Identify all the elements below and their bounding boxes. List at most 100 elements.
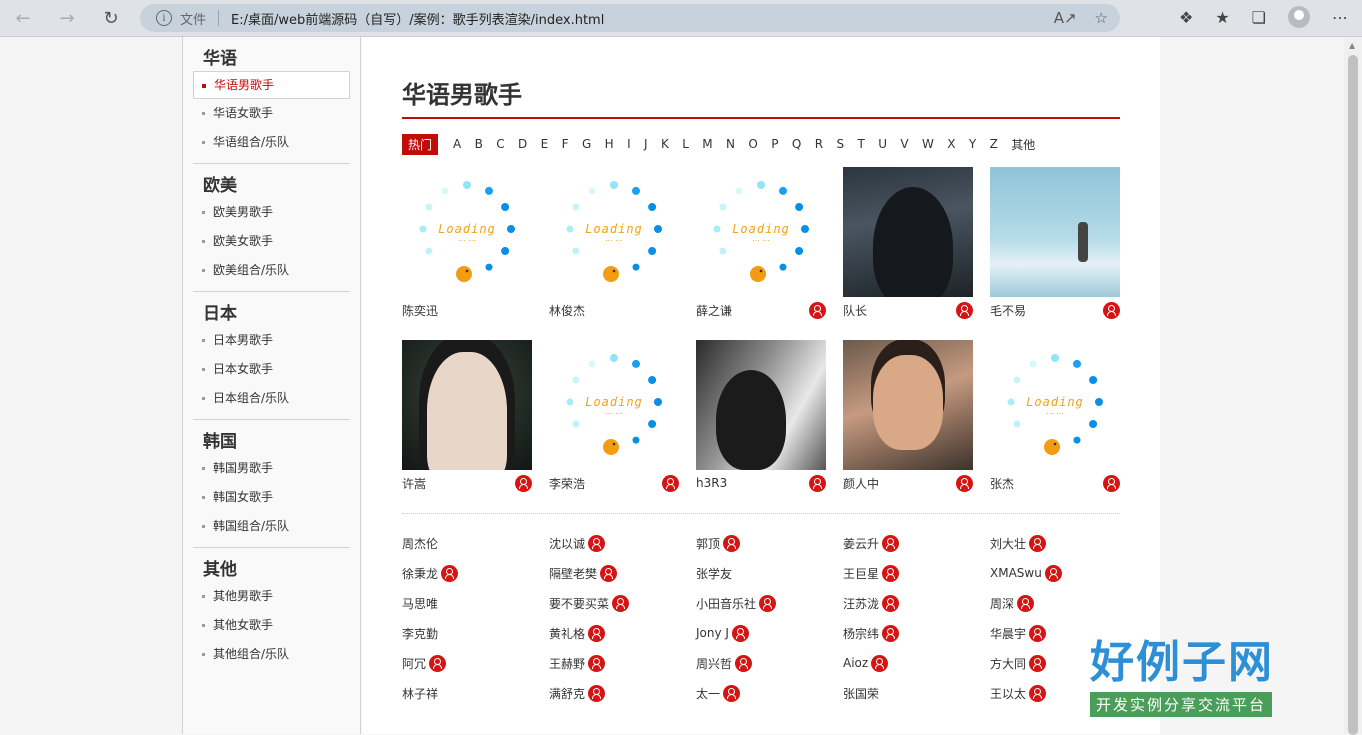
user-home-icon[interactable]: [1029, 684, 1047, 702]
singer-name[interactable]: 满舒克: [549, 685, 585, 702]
singer-name[interactable]: 许嵩: [402, 475, 426, 492]
scrollbar-thumb[interactable]: [1348, 55, 1358, 735]
singer-name[interactable]: XMASwu: [990, 566, 1042, 580]
forward-icon[interactable]: →: [52, 3, 82, 33]
singer-name[interactable]: 颜人中: [843, 475, 879, 492]
singer-card[interactable]: Loading... ... 薛之谦: [696, 167, 826, 340]
filter-other[interactable]: 其他: [1011, 136, 1035, 153]
filter-letter[interactable]: B: [475, 137, 483, 151]
filter-letter[interactable]: O: [748, 137, 757, 151]
singer-avatar[interactable]: [696, 340, 826, 470]
singer-name[interactable]: 方大同: [990, 655, 1026, 672]
singer-name[interactable]: 陈奕迅: [402, 302, 438, 319]
singer-name[interactable]: 周兴哲: [696, 655, 732, 672]
info-icon[interactable]: i: [156, 10, 172, 26]
filter-letter[interactable]: A: [453, 137, 461, 151]
filter-letter[interactable]: K: [661, 137, 669, 151]
singer-name[interactable]: 华晨宇: [990, 625, 1026, 642]
singer-name[interactable]: 队长: [843, 302, 867, 319]
user-home-icon[interactable]: [588, 654, 606, 672]
singer-name[interactable]: 徐秉龙: [402, 565, 438, 582]
singer-card[interactable]: Loading... ... 陈奕迅: [402, 167, 532, 340]
singer-card[interactable]: 颜人中: [843, 340, 973, 513]
user-home-icon[interactable]: [1029, 534, 1047, 552]
sidebar-item[interactable]: 其他男歌手: [193, 582, 350, 611]
filter-letter[interactable]: L: [682, 137, 689, 151]
sidebar-item[interactable]: 韩国女歌手: [193, 483, 350, 512]
scroll-up-icon[interactable]: ▲: [1349, 41, 1355, 50]
filter-letter[interactable]: C: [496, 137, 504, 151]
filter-letter[interactable]: W: [922, 137, 934, 151]
singer-name[interactable]: 张杰: [990, 475, 1014, 492]
singer-name[interactable]: Jony J: [696, 626, 729, 640]
filter-letter[interactable]: U: [878, 137, 887, 151]
sidebar-item[interactable]: 华语男歌手: [193, 71, 350, 99]
filter-letter[interactable]: E: [541, 137, 549, 151]
singer-name[interactable]: 李克勤: [402, 625, 438, 642]
singer-card[interactable]: h3R3: [696, 340, 826, 513]
singer-name[interactable]: 薛之谦: [696, 302, 732, 319]
user-home-icon[interactable]: [1103, 301, 1120, 319]
singer-avatar[interactable]: Loading... ...: [990, 340, 1120, 470]
user-home-icon[interactable]: [1029, 624, 1047, 642]
sidebar-item[interactable]: 欧美女歌手: [193, 227, 350, 256]
user-home-icon[interactable]: [588, 684, 606, 702]
profile-avatar[interactable]: [1288, 6, 1310, 28]
singer-card[interactable]: Loading... ... 林俊杰: [549, 167, 679, 340]
singer-avatar[interactable]: Loading... ...: [402, 167, 532, 297]
filter-letter[interactable]: Y: [969, 137, 976, 151]
singer-name[interactable]: 林俊杰: [549, 302, 585, 319]
filter-letter[interactable]: T: [858, 137, 865, 151]
user-home-icon[interactable]: [871, 654, 889, 672]
user-home-icon[interactable]: [809, 474, 826, 492]
singer-avatar[interactable]: [843, 167, 973, 297]
user-home-icon[interactable]: [882, 594, 900, 612]
page-scrollbar[interactable]: ▲: [1344, 37, 1362, 735]
singer-name[interactable]: 汪苏泷: [843, 595, 879, 612]
singer-card[interactable]: 毛不易: [990, 167, 1120, 340]
filter-letter[interactable]: V: [900, 137, 908, 151]
sidebar-item[interactable]: 日本男歌手: [193, 326, 350, 355]
sidebar-item[interactable]: 其他组合/乐队: [193, 640, 350, 669]
singer-card[interactable]: 队长: [843, 167, 973, 340]
sidebar-item[interactable]: 韩国组合/乐队: [193, 512, 350, 541]
singer-avatar[interactable]: Loading... ...: [696, 167, 826, 297]
filter-letter[interactable]: S: [836, 137, 844, 151]
filter-letter[interactable]: F: [562, 137, 569, 151]
filter-letter[interactable]: M: [702, 137, 712, 151]
address-bar[interactable]: i 文件 E:/桌面/web前端源码（自写）/案例：歌手列表渲染/index.h…: [140, 4, 1120, 32]
user-home-icon[interactable]: [731, 624, 749, 642]
user-home-icon[interactable]: [882, 564, 900, 582]
filter-letter[interactable]: P: [771, 137, 778, 151]
singer-name[interactable]: 郭顶: [696, 535, 720, 552]
sidebar-item[interactable]: 华语组合/乐队: [193, 128, 350, 157]
singer-name[interactable]: 小田音乐社: [696, 595, 756, 612]
singer-name[interactable]: 太一: [696, 685, 720, 702]
singer-avatar[interactable]: [402, 340, 532, 470]
singer-avatar[interactable]: Loading... ...: [549, 340, 679, 470]
user-home-icon[interactable]: [882, 534, 900, 552]
refresh-icon[interactable]: ↻: [96, 3, 126, 33]
filter-letter[interactable]: J: [644, 137, 648, 151]
user-home-icon[interactable]: [1044, 564, 1062, 582]
user-home-icon[interactable]: [600, 564, 618, 582]
sidebar-item[interactable]: 日本女歌手: [193, 355, 350, 384]
user-home-icon[interactable]: [809, 301, 826, 319]
favorites-icon[interactable]: ★: [1215, 8, 1229, 27]
user-home-icon[interactable]: [735, 654, 753, 672]
user-home-icon[interactable]: [441, 564, 459, 582]
singer-name[interactable]: 周杰伦: [402, 535, 438, 552]
filter-letter[interactable]: N: [726, 137, 735, 151]
filter-letter[interactable]: D: [518, 137, 527, 151]
filter-hot[interactable]: 热门: [402, 133, 439, 155]
singer-name[interactable]: 阿冗: [402, 655, 426, 672]
url-text[interactable]: E:/桌面/web前端源码（自写）/案例：歌手列表渲染/index.html: [231, 9, 604, 28]
user-home-icon[interactable]: [882, 624, 900, 642]
singer-avatar[interactable]: [990, 167, 1120, 297]
add-favorite-icon[interactable]: ☆: [1095, 9, 1108, 27]
user-home-icon[interactable]: [723, 684, 741, 702]
singer-name[interactable]: 王巨星: [843, 565, 879, 582]
singer-name[interactable]: 马思唯: [402, 595, 438, 612]
singer-name[interactable]: 黄礼格: [549, 625, 585, 642]
filter-letter[interactable]: H: [605, 137, 614, 151]
